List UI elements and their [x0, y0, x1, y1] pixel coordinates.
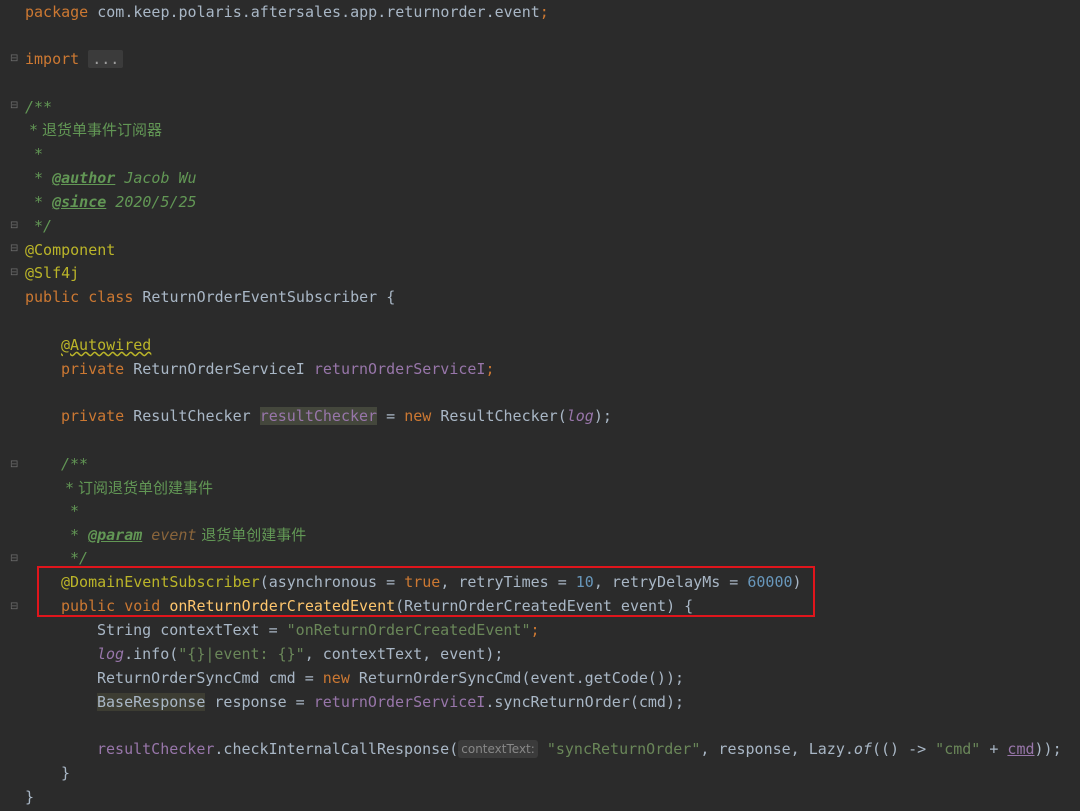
class-declaration: public class ReturnOrderEventSubscriber …: [25, 285, 395, 309]
code-line-import: import ...: [25, 47, 124, 71]
code-line: BaseResponse response = returnOrderServi…: [97, 693, 685, 711]
highlighted-type: BaseResponse: [97, 693, 206, 711]
annotation-slf4j: @Slf4j: [25, 264, 80, 282]
parameter-hint: contextText:: [458, 740, 538, 758]
fold-marker-icon[interactable]: ⊟: [10, 100, 19, 111]
annotation-component: @Component: [25, 241, 116, 259]
class-close-brace: }: [25, 788, 35, 806]
method-javadoc-star: *: [61, 502, 80, 520]
fold-marker-icon[interactable]: ⊟: [10, 601, 19, 612]
keyword: package: [25, 3, 89, 21]
field-declaration: private ResultChecker resultChecker = ne…: [61, 407, 612, 425]
class-name: ReturnOrderEventSubscriber {: [142, 288, 396, 306]
method-javadoc-param: * @param event 退货单创建事件: [61, 526, 307, 544]
javadoc-since: * @since 2020/5/25: [25, 193, 197, 211]
javadoc-open: /**: [25, 98, 53, 116]
javadoc-author: * @author Jacob Wu: [25, 169, 197, 187]
javadoc-tag: @since: [52, 193, 107, 211]
method-javadoc-description: * 订阅退货单创建事件: [61, 479, 214, 497]
package-name: com.keep.polaris.aftersales.app.returnor…: [97, 3, 540, 21]
field-declaration: private ReturnOrderServiceI returnOrderS…: [61, 360, 495, 378]
method-javadoc-open: /**: [61, 455, 89, 473]
javadoc-close: */: [25, 217, 53, 235]
semicolon: ;: [539, 3, 549, 21]
code-editor[interactable]: ⊟ ⊟ ⊟ ⊟ ⊟ ⊟ ⊟ ⊟ package com.keep.polaris…: [0, 0, 1080, 811]
keyword: public class: [25, 288, 143, 306]
editor-gutter[interactable]: [0, 0, 22, 811]
keyword: import: [25, 50, 80, 68]
folded-imports[interactable]: ...: [88, 50, 124, 68]
javadoc-star: *: [25, 145, 44, 163]
code-line-package: package com.keep.polaris.aftersales.app.…: [25, 0, 549, 24]
annotation-autowired: @Autowired: [61, 336, 152, 354]
code-line: String contextText = "onReturnOrderCreat…: [97, 621, 540, 639]
fold-marker-icon[interactable]: ⊟: [10, 267, 19, 278]
highlight-box: [37, 566, 815, 617]
code-line: resultChecker.checkInternalCallResponse(…: [97, 740, 1062, 758]
method-close-brace: }: [61, 764, 71, 782]
code-line: ReturnOrderSyncCmd cmd = new ReturnOrder…: [97, 669, 685, 687]
javadoc-description: * 退货单事件订阅器: [25, 121, 163, 139]
javadoc-tag: @param: [88, 526, 143, 544]
fold-marker-icon[interactable]: ⊟: [10, 553, 19, 564]
field-name-highlighted: resultChecker: [259, 407, 378, 425]
fold-marker-icon[interactable]: ⊟: [10, 243, 19, 254]
code-line: log.info("{}|event: {}", contextText, ev…: [97, 645, 504, 663]
javadoc-tag: @author: [52, 169, 116, 187]
fold-marker-icon[interactable]: ⊟: [10, 459, 19, 470]
fold-marker-icon[interactable]: ⊟: [10, 220, 19, 231]
field-name: returnOrderServiceI: [313, 360, 486, 378]
fold-marker-icon[interactable]: ⊟: [10, 53, 19, 64]
